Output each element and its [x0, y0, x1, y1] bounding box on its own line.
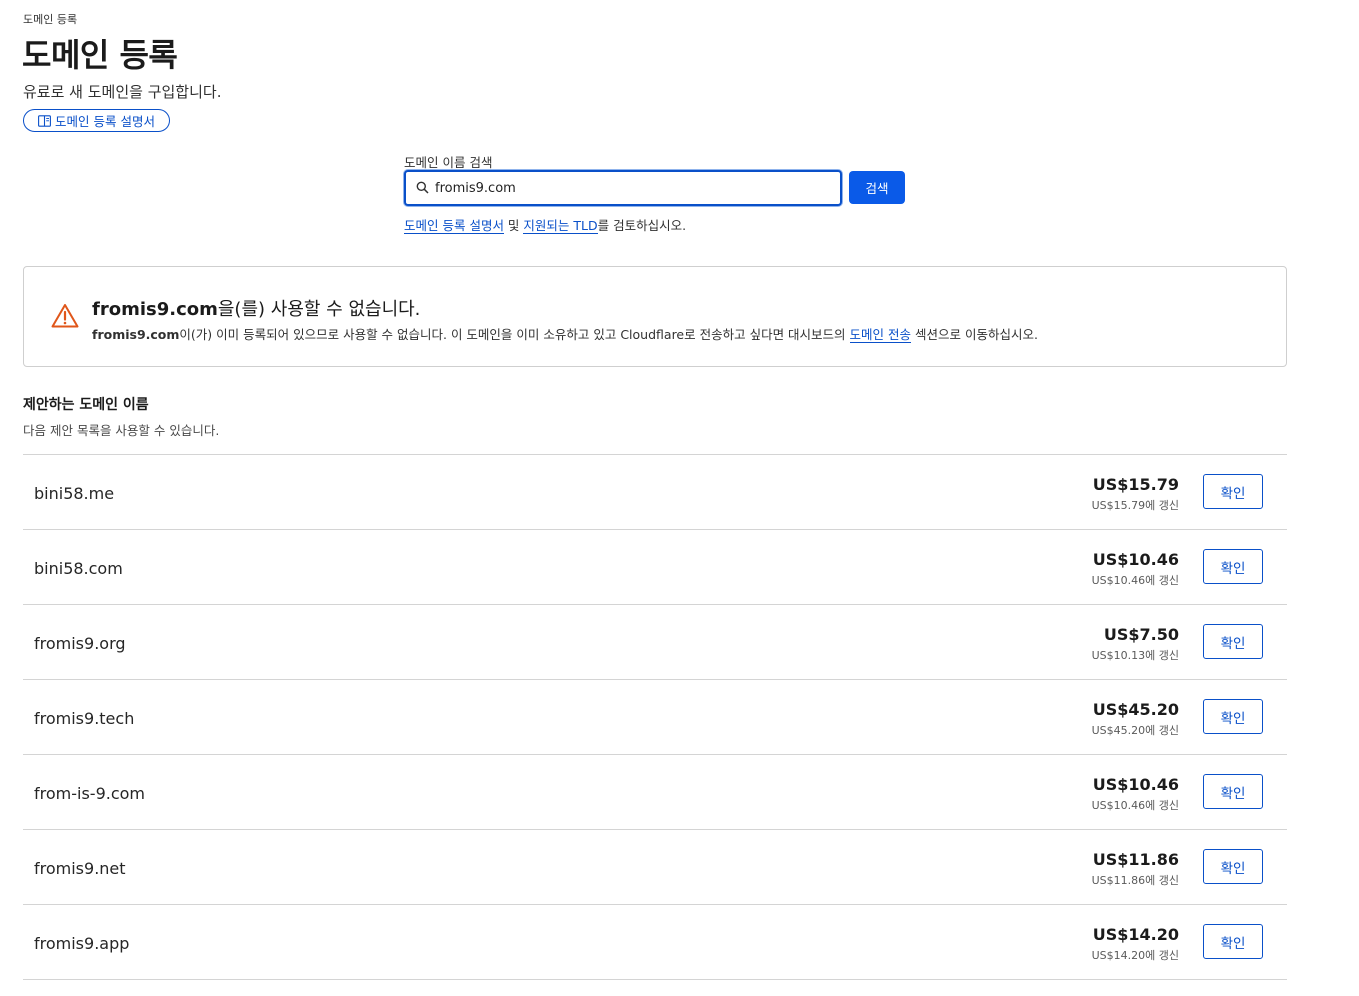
alert-body-tail: 섹션으로 이동하십시오. — [911, 327, 1038, 342]
suggestion-row: bini58.me US$15.79 US$15.79에 갱신 확인 — [23, 455, 1287, 530]
suggestion-price: US$10.46 — [1092, 550, 1179, 569]
suggestion-row: bini58.com US$10.46 US$10.46에 갱신 확인 — [23, 530, 1287, 605]
confirm-button[interactable]: 확인 — [1203, 774, 1263, 809]
confirm-button[interactable]: 확인 — [1203, 624, 1263, 659]
confirm-button[interactable]: 확인 — [1203, 849, 1263, 884]
warning-icon — [51, 303, 79, 332]
suggestion-domain-name: from-is-9.com — [34, 784, 145, 803]
suggestion-renewal-price: US$14.20에 갱신 — [1091, 949, 1179, 962]
confirm-button[interactable]: 확인 — [1203, 474, 1263, 509]
suggestion-renewal-price: US$45.20에 갱신 — [1091, 724, 1179, 737]
alert-title-text: 을(를) 사용할 수 없습니다. — [217, 299, 421, 320]
suggestion-domain-name: fromis9.org — [34, 634, 126, 653]
page-title: 도메인 등록 — [22, 36, 178, 74]
alert-body-text: 이(가) 이미 등록되어 있으므로 사용할 수 없습니다. 이 도메인을 이미 … — [179, 327, 850, 342]
domain-search-input[interactable] — [435, 180, 815, 196]
alert-title-domain: fromis9.com — [92, 299, 218, 320]
registration-guide-label: 도메인 등록 설명서 — [55, 114, 155, 129]
suggestion-domain-name: fromis9.net — [34, 859, 126, 878]
suggestion-row: fromis9.tech US$45.20 US$45.20에 갱신 확인 — [23, 680, 1287, 755]
suggestion-price: US$45.20 — [1092, 700, 1179, 719]
suggestion-renewal-price: US$15.79에 갱신 — [1091, 499, 1179, 512]
alert-body: fromis9.com이(가) 이미 등록되어 있으므로 사용할 수 없습니다.… — [92, 324, 1038, 343]
registration-guide-link[interactable]: 도메인 등록 설명서 — [404, 218, 504, 234]
suggestion-row: fromis9.org US$7.50 US$10.13에 갱신 확인 — [23, 605, 1287, 680]
suggestion-renewal-price: US$10.46에 갱신 — [1091, 574, 1179, 587]
search-icon — [416, 179, 429, 198]
confirm-button[interactable]: 확인 — [1203, 549, 1263, 584]
suggestion-price: US$14.20 — [1092, 925, 1179, 944]
suggestion-price: US$15.79 — [1092, 475, 1179, 494]
breadcrumb: 도메인 등록 — [23, 13, 78, 26]
suggestion-domain-name: bini58.me — [34, 484, 115, 503]
search-button[interactable]: 검색 — [849, 171, 905, 204]
unavailable-alert: fromis9.com을(를) 사용할 수 없습니다. fromis9.com이… — [23, 266, 1287, 367]
search-label: 도메인 이름 검색 — [404, 155, 493, 170]
suggestion-price: US$7.50 — [1103, 625, 1179, 644]
hint-and-text: 및 — [503, 218, 524, 233]
suggestion-price: US$10.46 — [1092, 775, 1179, 794]
suggestion-price: US$11.86 — [1092, 850, 1179, 869]
suggestion-domain-name: fromis9.app — [34, 934, 130, 953]
suggestions-title: 제안하는 도메인 이름 — [23, 397, 149, 413]
search-hint: 도메인 등록 설명서 및 지원되는 TLD를 검토하십시오. — [404, 215, 686, 234]
suggestion-row: fromis9.app US$14.20 US$14.20에 갱신 확인 — [23, 905, 1287, 980]
domain-transfer-link[interactable]: 도메인 전송 — [849, 327, 912, 343]
domain-search-field[interactable] — [404, 170, 842, 206]
suggestion-row: from-is-9.com US$10.46 US$10.46에 갱신 확인 — [23, 755, 1287, 830]
confirm-button[interactable]: 확인 — [1203, 699, 1263, 734]
book-icon — [38, 114, 51, 127]
page-subtitle: 유료로 새 도메인을 구입합니다. — [23, 83, 222, 101]
suggestion-renewal-price: US$10.13에 갱신 — [1091, 649, 1179, 662]
confirm-button[interactable]: 확인 — [1203, 924, 1263, 959]
suggestion-domain-name: fromis9.tech — [34, 709, 135, 728]
suggestion-renewal-price: US$10.46에 갱신 — [1091, 799, 1179, 812]
alert-title: fromis9.com을(를) 사용할 수 없습니다. — [92, 295, 420, 321]
suggestion-renewal-price: US$11.86에 갱신 — [1091, 874, 1179, 887]
supported-tld-link[interactable]: 지원되는 TLD — [523, 218, 598, 234]
suggestions-subtitle: 다음 제안 목록을 사용할 수 있습니다. — [23, 423, 220, 438]
suggestion-list: bini58.me US$15.79 US$15.79에 갱신 확인 bini5… — [23, 454, 1287, 980]
suggestion-domain-name: bini58.com — [34, 559, 123, 578]
registration-guide-button[interactable]: 도메인 등록 설명서 — [23, 109, 170, 132]
suggestion-row: fromis9.net US$11.86 US$11.86에 갱신 확인 — [23, 830, 1287, 905]
hint-tail-text: 를 검토하십시오. — [597, 218, 687, 233]
alert-body-domain: fromis9.com — [92, 327, 180, 342]
